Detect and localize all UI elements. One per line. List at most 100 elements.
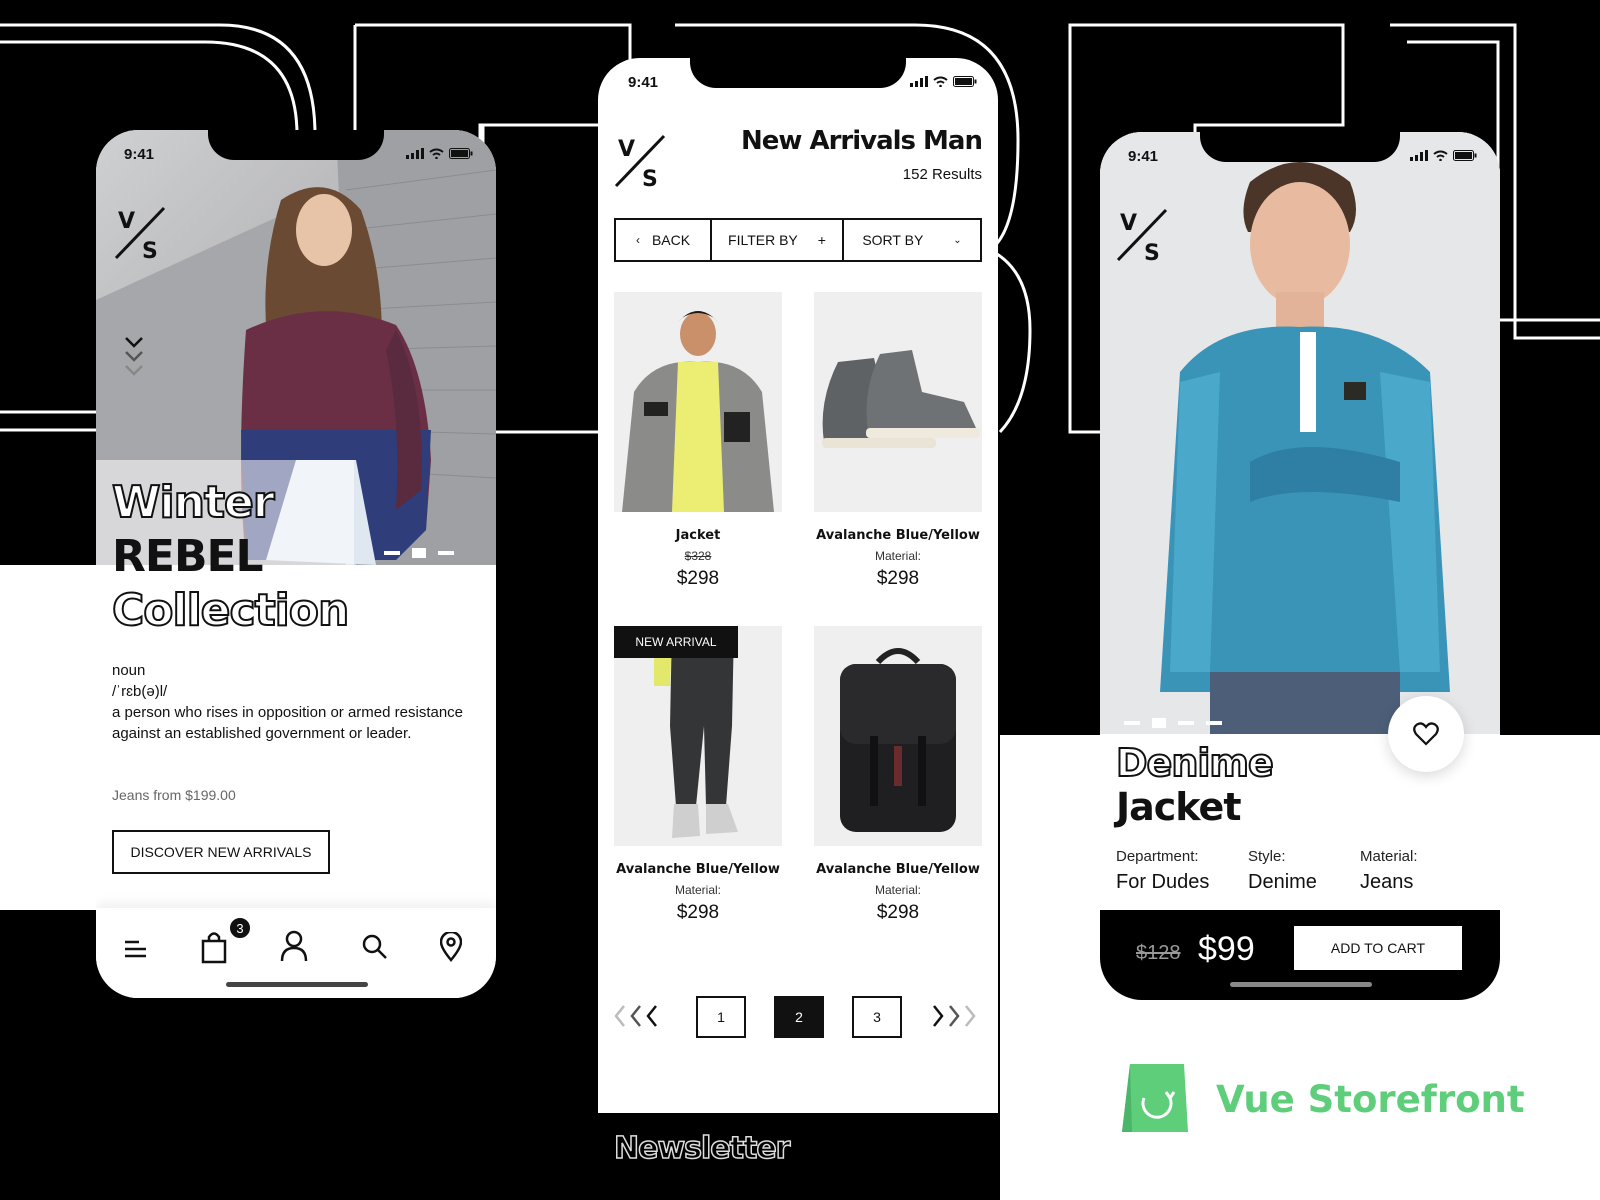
showcase-stage: 9:41 V S Winter REBEL Collection noun /ˈ… bbox=[0, 0, 1600, 1200]
product-price: $298 bbox=[876, 568, 920, 589]
back-button[interactable]: ‹ BACK bbox=[616, 220, 712, 260]
new-arrival-badge: NEW ARRIVAL bbox=[614, 626, 738, 658]
definition-text: a person who rises in opposition or arme… bbox=[112, 704, 464, 742]
product-card[interactable]: NEW ARRIVAL Avalanche Blue/Yellow Materi… bbox=[614, 626, 782, 924]
product-image[interactable] bbox=[814, 292, 982, 512]
carousel-dot[interactable] bbox=[384, 551, 400, 555]
add-to-cart-button[interactable]: ADD TO CART bbox=[1294, 926, 1462, 970]
vs-logo[interactable]: V S bbox=[614, 130, 678, 194]
wifi-icon bbox=[933, 76, 948, 87]
product-material-label: Material: bbox=[874, 883, 921, 897]
page-button-3[interactable]: 3 bbox=[852, 996, 902, 1038]
vue-storefront-wordmark: Vue Storefront bbox=[1216, 1078, 1525, 1121]
svg-text:V: V bbox=[618, 137, 635, 162]
product-material-label: Material: bbox=[874, 549, 921, 563]
old-price: $128 bbox=[1136, 942, 1181, 964]
product-image[interactable] bbox=[814, 626, 982, 846]
status-icons bbox=[1410, 150, 1477, 161]
sort-label: SORT BY bbox=[862, 232, 924, 248]
menu-icon[interactable] bbox=[124, 938, 148, 960]
home-indicator bbox=[1230, 982, 1372, 987]
definition-block: noun /ˈrɛb(ə)l/ a person who rises in op… bbox=[112, 660, 472, 744]
back-label: BACK bbox=[651, 232, 691, 248]
battery-icon bbox=[953, 76, 977, 87]
results-count: 152 Results bbox=[902, 166, 982, 183]
chevron-down-icon: ⌄ bbox=[953, 234, 962, 246]
product-card[interactable]: Avalanche Blue/Yellow Material: $298 bbox=[814, 292, 982, 590]
carousel-dot[interactable] bbox=[412, 548, 426, 558]
filter-by-button[interactable]: FILTER BY + bbox=[712, 220, 844, 260]
product-details: Department: For Dudes Style: Denime Mate… bbox=[1116, 848, 1486, 894]
sneakers-photo bbox=[814, 292, 982, 512]
svg-text:S: S bbox=[142, 239, 158, 264]
middle-phone-screen: 9:41 V S New Arrivals Man 152 Results ‹ … bbox=[598, 58, 998, 1200]
shopping-bag-icon[interactable] bbox=[200, 930, 228, 964]
product-carousel-dots[interactable] bbox=[1124, 718, 1222, 728]
signal-icon bbox=[910, 76, 928, 87]
location-pin-icon[interactable] bbox=[440, 932, 462, 962]
carousel-dot[interactable] bbox=[1124, 721, 1140, 725]
carousel-dot[interactable] bbox=[1152, 718, 1166, 728]
previous-pages-icon[interactable] bbox=[614, 1004, 666, 1028]
word-type: noun bbox=[112, 662, 146, 679]
battery-icon bbox=[1453, 150, 1477, 161]
vs-logo[interactable]: V S bbox=[1116, 204, 1180, 268]
status-icons bbox=[406, 148, 473, 159]
product-image[interactable]: NEW ARRIVAL bbox=[614, 626, 782, 846]
svg-text:S: S bbox=[1144, 241, 1160, 266]
vue-storefront-bag-logo bbox=[1122, 1064, 1188, 1132]
discover-new-arrivals-button[interactable]: DISCOVER NEW ARRIVALS bbox=[112, 830, 330, 874]
wifi-icon bbox=[429, 148, 444, 159]
carousel-dot[interactable] bbox=[1206, 721, 1222, 725]
product-card[interactable]: Jacket $328 $298 bbox=[614, 292, 782, 590]
hero-title-winter: Winter bbox=[111, 476, 276, 529]
detail-department: Department: For Dudes bbox=[1116, 848, 1248, 894]
filter-label: FILTER BY bbox=[728, 232, 798, 248]
product-name: Avalanche Blue/Yellow bbox=[816, 528, 980, 543]
status-time: 9:41 bbox=[124, 146, 155, 163]
current-price: $99 bbox=[1198, 930, 1255, 968]
detail-value: For Dudes bbox=[1116, 871, 1210, 893]
detail-label: Material: bbox=[1360, 848, 1418, 865]
product-price: $298 bbox=[676, 568, 720, 589]
detail-value: Denime bbox=[1248, 871, 1317, 893]
next-pages-icon[interactable] bbox=[932, 1004, 984, 1028]
home-indicator bbox=[226, 982, 368, 987]
newsletter-heading: Newsletter bbox=[613, 1130, 791, 1167]
heart-icon bbox=[1413, 722, 1439, 746]
cart-count-badge: 3 bbox=[228, 916, 252, 940]
bottom-nav: 3 bbox=[96, 908, 496, 998]
signal-icon bbox=[1410, 150, 1428, 161]
product-price: $298 bbox=[876, 902, 920, 923]
product-image[interactable] bbox=[614, 292, 782, 512]
price-hint: Jeans from $199.00 bbox=[112, 787, 236, 803]
product-price: $298 bbox=[676, 902, 720, 923]
purchase-bar: $128 $99 ADD TO CART bbox=[1100, 910, 1500, 1000]
page-button-1[interactable]: 1 bbox=[696, 996, 746, 1038]
phone-notch bbox=[208, 130, 384, 160]
battery-icon bbox=[449, 148, 473, 159]
jeans-photo bbox=[614, 626, 782, 846]
plus-icon: + bbox=[817, 232, 826, 248]
filter-toolbar: ‹ BACK FILTER BY + SORT BY ⌄ bbox=[614, 218, 982, 262]
scroll-down-chevrons-icon[interactable] bbox=[124, 336, 144, 386]
carousel-dot[interactable] bbox=[1178, 721, 1194, 725]
page-button-2-current[interactable]: 2 bbox=[774, 996, 824, 1038]
chevron-left-icon: ‹ bbox=[635, 233, 640, 247]
wishlist-button[interactable] bbox=[1388, 696, 1464, 772]
carousel-dot[interactable] bbox=[438, 551, 454, 555]
search-icon[interactable] bbox=[362, 934, 388, 960]
backpack-photo bbox=[814, 626, 982, 846]
status-time: 9:41 bbox=[1128, 148, 1159, 165]
hero-carousel-dots[interactable] bbox=[384, 548, 454, 558]
vs-logo[interactable]: V S bbox=[114, 202, 178, 266]
sort-by-dropdown[interactable]: SORT BY ⌄ bbox=[844, 220, 980, 260]
product-card[interactable]: Avalanche Blue/Yellow Material: $298 bbox=[814, 626, 982, 924]
product-name: Avalanche Blue/Yellow bbox=[816, 862, 980, 877]
product-material-label: Material: bbox=[674, 883, 721, 897]
status-time: 9:41 bbox=[628, 74, 659, 91]
phone-notch bbox=[690, 58, 906, 88]
user-icon[interactable] bbox=[280, 930, 308, 962]
svg-text:S: S bbox=[642, 167, 658, 192]
detail-style: Style: Denime bbox=[1248, 848, 1360, 894]
